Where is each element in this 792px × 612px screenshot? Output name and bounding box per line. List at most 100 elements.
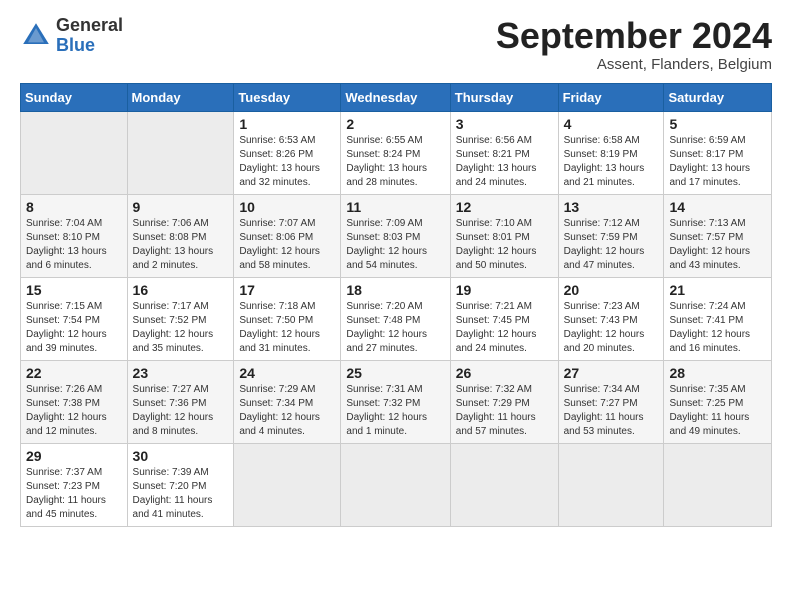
empty-cell [21, 111, 128, 194]
day-info: Sunrise: 7:24 AMSunset: 7:41 PMDaylight:… [669, 300, 766, 356]
day-cell-28: 28 Sunrise: 7:35 AMSunset: 7:25 PMDayligh… [664, 360, 772, 443]
day-cell-26: 26 Sunrise: 7:32 AMSunset: 7:29 PMDayligh… [450, 360, 558, 443]
day-number: 2 [346, 116, 444, 132]
day-header-wednesday: Wednesday [341, 83, 450, 111]
empty-cell [558, 443, 664, 526]
empty-cell [127, 111, 234, 194]
week-row-2: 15 Sunrise: 7:15 AMSunset: 7:54 PMDayligh… [21, 277, 772, 360]
day-cell-27: 27 Sunrise: 7:34 AMSunset: 7:27 PMDayligh… [558, 360, 664, 443]
day-cell-22: 22Sunrise: 7:26 AMSunset: 7:38 PMDayligh… [21, 360, 128, 443]
day-header-friday: Friday [558, 83, 664, 111]
day-info: Sunrise: 7:12 AMSunset: 7:59 PMDaylight:… [564, 217, 659, 273]
day-number: 8 [26, 199, 122, 215]
day-cell-23: 23 Sunrise: 7:27 AMSunset: 7:36 PMDayligh… [127, 360, 234, 443]
day-number: 16 [133, 282, 229, 298]
logo-blue: Blue [56, 35, 95, 55]
day-info: Sunrise: 7:23 AMSunset: 7:43 PMDaylight:… [564, 300, 659, 356]
day-info: Sunrise: 7:26 AMSunset: 7:38 PMDaylight:… [26, 383, 122, 439]
page: General Blue September 2024 Assent, Flan… [0, 0, 792, 612]
day-cell-3: 3Sunrise: 6:56 AMSunset: 8:21 PMDaylight… [450, 111, 558, 194]
week-row-3: 22Sunrise: 7:26 AMSunset: 7:38 PMDayligh… [21, 360, 772, 443]
day-info: Sunrise: 6:58 AMSunset: 8:19 PMDaylight:… [564, 134, 659, 190]
day-cell-1: 1Sunrise: 6:53 AMSunset: 8:26 PMDaylight… [234, 111, 341, 194]
header: General Blue September 2024 Assent, Flan… [20, 16, 772, 73]
day-header-monday: Monday [127, 83, 234, 111]
day-number: 12 [456, 199, 553, 215]
day-info: Sunrise: 7:29 AMSunset: 7:34 PMDaylight:… [239, 383, 335, 439]
day-cell-5: 5 Sunrise: 6:59 AMSunset: 8:17 PMDaylight… [664, 111, 772, 194]
title-block: September 2024 Assent, Flanders, Belgium [496, 16, 772, 73]
day-number: 29 [26, 448, 122, 464]
header-row: SundayMondayTuesdayWednesdayThursdayFrid… [21, 83, 772, 111]
day-number: 9 [133, 199, 229, 215]
day-cell-12: 12 Sunrise: 7:10 AMSunset: 8:01 PMDayligh… [450, 194, 558, 277]
day-header-tuesday: Tuesday [234, 83, 341, 111]
day-number: 18 [346, 282, 444, 298]
day-cell-29: 29 Sunrise: 7:37 AMSunset: 7:23 PMDayligh… [21, 443, 128, 526]
day-info: Sunrise: 7:13 AMSunset: 7:57 PMDaylight:… [669, 217, 766, 273]
day-cell-19: 19 Sunrise: 7:21 AMSunset: 7:45 PMDayligh… [450, 277, 558, 360]
day-header-thursday: Thursday [450, 83, 558, 111]
day-cell-11: 11Sunrise: 7:09 AMSunset: 8:03 PMDayligh… [341, 194, 450, 277]
day-cell-16: 16Sunrise: 7:17 AMSunset: 7:52 PMDayligh… [127, 277, 234, 360]
day-cell-15: 15 Sunrise: 7:15 AMSunset: 7:54 PMDayligh… [21, 277, 128, 360]
day-info: Sunrise: 7:15 AMSunset: 7:54 PMDaylight:… [26, 300, 122, 356]
week-row-0: 1Sunrise: 6:53 AMSunset: 8:26 PMDaylight… [21, 111, 772, 194]
day-cell-14: 14 Sunrise: 7:13 AMSunset: 7:57 PMDayligh… [664, 194, 772, 277]
day-cell-18: 18 Sunrise: 7:20 AMSunset: 7:48 PMDayligh… [341, 277, 450, 360]
day-number: 30 [133, 448, 229, 464]
logo-icon [20, 20, 52, 52]
day-info: Sunrise: 7:37 AMSunset: 7:23 PMDaylight:… [26, 466, 122, 522]
day-cell-17: 17Sunrise: 7:18 AMSunset: 7:50 PMDayligh… [234, 277, 341, 360]
day-number: 5 [669, 116, 766, 132]
empty-cell [234, 443, 341, 526]
day-info: Sunrise: 7:31 AMSunset: 7:32 PMDaylight:… [346, 383, 444, 439]
logo-general: General [56, 15, 123, 35]
day-number: 25 [346, 365, 444, 381]
empty-cell [450, 443, 558, 526]
day-info: Sunrise: 6:59 AMSunset: 8:17 PMDaylight:… [669, 134, 766, 190]
day-number: 15 [26, 282, 122, 298]
day-cell-30: 30 Sunrise: 7:39 AMSunset: 7:20 PMDayligh… [127, 443, 234, 526]
day-info: Sunrise: 7:35 AMSunset: 7:25 PMDaylight:… [669, 383, 766, 439]
location-subtitle: Assent, Flanders, Belgium [496, 56, 772, 73]
day-number: 3 [456, 116, 553, 132]
day-number: 4 [564, 116, 659, 132]
day-info: Sunrise: 7:04 AMSunset: 8:10 PMDaylight:… [26, 217, 122, 273]
day-info: Sunrise: 7:10 AMSunset: 8:01 PMDaylight:… [456, 217, 553, 273]
day-header-saturday: Saturday [664, 83, 772, 111]
day-number: 23 [133, 365, 229, 381]
day-number: 10 [239, 199, 335, 215]
day-number: 14 [669, 199, 766, 215]
day-cell-9: 9 Sunrise: 7:06 AMSunset: 8:08 PMDaylight… [127, 194, 234, 277]
day-number: 27 [564, 365, 659, 381]
logo-text: General Blue [56, 16, 123, 56]
day-info: Sunrise: 7:27 AMSunset: 7:36 PMDaylight:… [133, 383, 229, 439]
week-row-1: 8 Sunrise: 7:04 AMSunset: 8:10 PMDaylight… [21, 194, 772, 277]
day-info: Sunrise: 7:32 AMSunset: 7:29 PMDaylight:… [456, 383, 553, 439]
day-info: Sunrise: 7:21 AMSunset: 7:45 PMDaylight:… [456, 300, 553, 356]
day-cell-21: 21 Sunrise: 7:24 AMSunset: 7:41 PMDayligh… [664, 277, 772, 360]
calendar-table: SundayMondayTuesdayWednesdayThursdayFrid… [20, 83, 772, 527]
day-cell-10: 10Sunrise: 7:07 AMSunset: 8:06 PMDayligh… [234, 194, 341, 277]
day-info: Sunrise: 7:34 AMSunset: 7:27 PMDaylight:… [564, 383, 659, 439]
day-number: 21 [669, 282, 766, 298]
day-info: Sunrise: 7:20 AMSunset: 7:48 PMDaylight:… [346, 300, 444, 356]
day-cell-24: 24Sunrise: 7:29 AMSunset: 7:34 PMDayligh… [234, 360, 341, 443]
day-cell-8: 8 Sunrise: 7:04 AMSunset: 8:10 PMDaylight… [21, 194, 128, 277]
day-cell-20: 20Sunrise: 7:23 AMSunset: 7:43 PMDayligh… [558, 277, 664, 360]
month-title: September 2024 [496, 16, 772, 56]
day-info: Sunrise: 7:06 AMSunset: 8:08 PMDaylight:… [133, 217, 229, 273]
day-cell-2: 2Sunrise: 6:55 AMSunset: 8:24 PMDaylight… [341, 111, 450, 194]
empty-cell [341, 443, 450, 526]
day-info: Sunrise: 7:09 AMSunset: 8:03 PMDaylight:… [346, 217, 444, 273]
day-cell-4: 4 Sunrise: 6:58 AMSunset: 8:19 PMDaylight… [558, 111, 664, 194]
day-number: 19 [456, 282, 553, 298]
day-number: 26 [456, 365, 553, 381]
day-cell-13: 13 Sunrise: 7:12 AMSunset: 7:59 PMDayligh… [558, 194, 664, 277]
day-number: 28 [669, 365, 766, 381]
day-number: 13 [564, 199, 659, 215]
day-header-sunday: Sunday [21, 83, 128, 111]
day-info: Sunrise: 7:39 AMSunset: 7:20 PMDaylight:… [133, 466, 229, 522]
day-info: Sunrise: 7:18 AMSunset: 7:50 PMDaylight:… [239, 300, 335, 356]
